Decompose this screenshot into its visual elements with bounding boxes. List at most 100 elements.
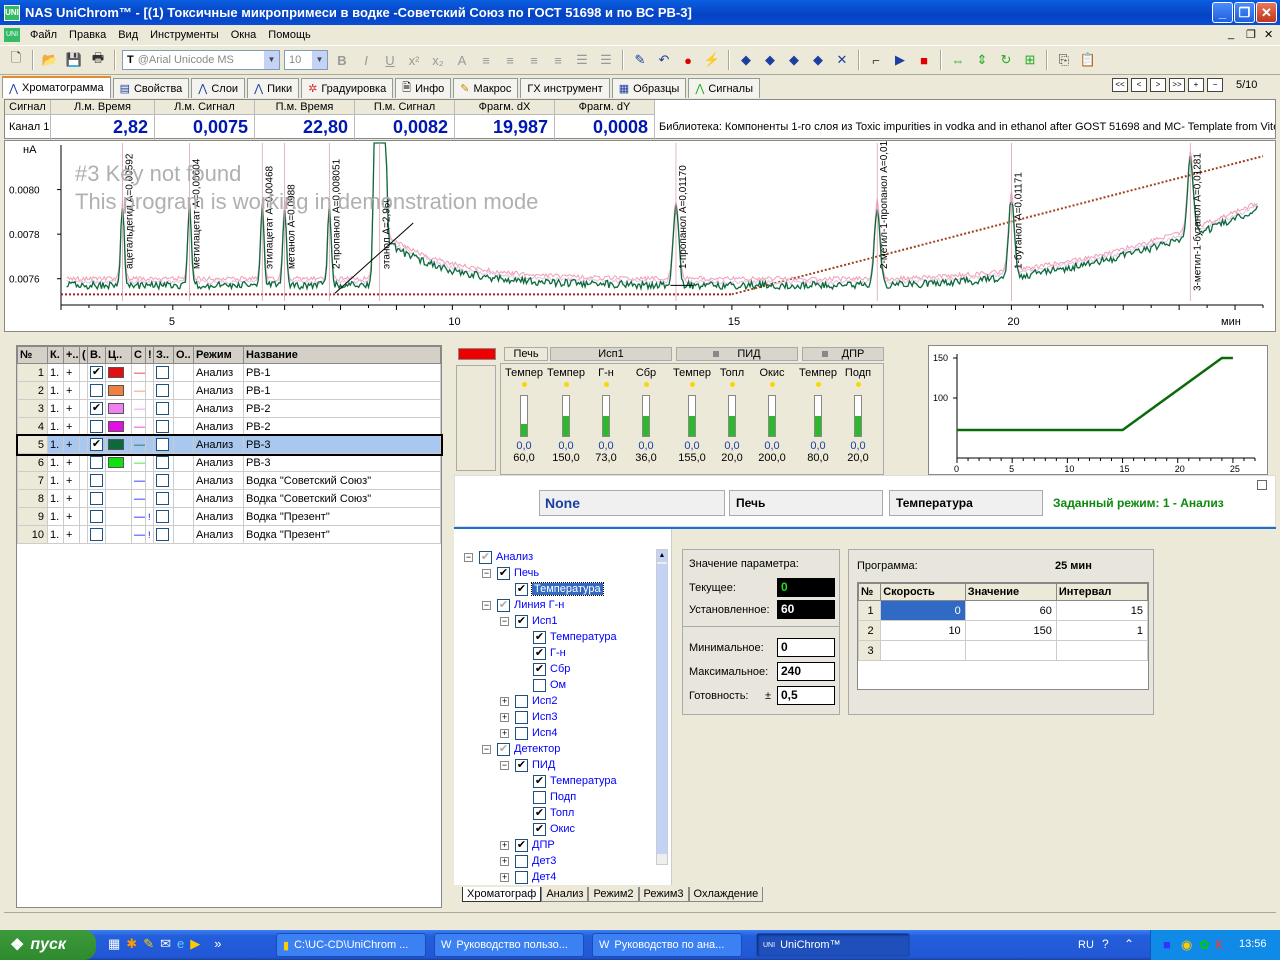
language-indicator[interactable]: RU: [1078, 939, 1094, 951]
maximize-button[interactable]: ❐: [1234, 2, 1255, 23]
visible-checkbox[interactable]: [90, 510, 103, 523]
collapse-icon[interactable]: −: [500, 617, 509, 626]
add-page-button[interactable]: +: [1188, 78, 1204, 92]
tree-item[interactable]: + Исп3: [464, 709, 617, 725]
tree-item[interactable]: + ✔ ДПР: [464, 837, 617, 853]
visible-checkbox[interactable]: [90, 492, 103, 505]
color-swatch[interactable]: [108, 403, 124, 414]
arrow-down-icon[interactable]: ◆: [808, 50, 828, 70]
task-word-guide2[interactable]: W Руководство по ана...: [592, 933, 742, 957]
text-color-icon[interactable]: A: [452, 50, 472, 70]
collapse-icon[interactable]: −: [464, 553, 473, 562]
expand-icon[interactable]: +: [500, 873, 509, 882]
prog-interval[interactable]: 15: [1056, 601, 1147, 621]
line-style-icon[interactable]: —: [134, 529, 145, 541]
row-plus[interactable]: +: [64, 382, 80, 400]
tab-mode3[interactable]: Режим3: [639, 887, 689, 902]
tab-cooling[interactable]: Охлаждение: [689, 887, 764, 902]
col-number[interactable]: №: [18, 347, 48, 364]
tree-item[interactable]: + Исп2: [464, 693, 617, 709]
prog-rate[interactable]: 10: [881, 621, 965, 641]
line-style-icon[interactable]: —: [134, 403, 145, 415]
col-visible[interactable]: В.: [88, 347, 106, 364]
table-row[interactable]: 7 1. + — Анализ Водка "Советский Союз": [18, 472, 441, 490]
mdi-close-button[interactable]: ✕: [1264, 28, 1273, 41]
marker-icon[interactable]: ●: [678, 50, 698, 70]
col-o[interactable]: О..: [174, 347, 194, 364]
visible-checkbox[interactable]: ✔: [90, 402, 103, 415]
expand-icon[interactable]: +: [500, 713, 509, 722]
menu-file[interactable]: Файл: [24, 29, 63, 41]
copy-icon[interactable]: ⎘: [1054, 50, 1074, 70]
line-style-icon[interactable]: —: [134, 457, 145, 469]
expand-icon[interactable]: +: [500, 697, 509, 706]
tree-checkbox[interactable]: ✔: [515, 615, 528, 628]
numbering-icon[interactable]: ☰: [596, 50, 616, 70]
prog-value[interactable]: 60: [965, 601, 1056, 621]
media-player-icon[interactable]: ▶: [190, 936, 200, 952]
col-mode[interactable]: Режим: [194, 347, 244, 364]
menu-windows[interactable]: Окна: [225, 29, 263, 41]
z-checkbox[interactable]: [156, 402, 169, 415]
table-row[interactable]: 3 1. + ✔ — Анализ РВ-2: [18, 400, 441, 418]
superscript-icon[interactable]: x²: [404, 50, 424, 70]
tree-checkbox[interactable]: ✔: [479, 551, 492, 564]
tree-item[interactable]: − ✔ Детектор: [464, 741, 617, 757]
expand-icon[interactable]: +: [500, 729, 509, 738]
subscript-icon[interactable]: x₂: [428, 50, 448, 70]
mdi-minimize-button[interactable]: _: [1228, 28, 1234, 40]
tree-checkbox[interactable]: ✔: [515, 583, 528, 596]
row-plus[interactable]: +: [64, 454, 80, 472]
row-plus[interactable]: +: [64, 472, 80, 490]
z-checkbox[interactable]: [156, 420, 169, 433]
tree-checkbox[interactable]: ✔: [497, 743, 510, 756]
collapse-icon[interactable]: −: [482, 745, 491, 754]
tree-checkbox[interactable]: [515, 695, 528, 708]
program-row[interactable]: 1 0 60 15: [859, 601, 1148, 621]
tab-chromatogram[interactable]: ⋀ Хроматограмма: [2, 76, 111, 98]
save-icon[interactable]: 💾: [64, 50, 84, 70]
line-style-icon[interactable]: —: [134, 439, 145, 451]
col-excl[interactable]: !: [146, 347, 154, 364]
tree-item[interactable]: ✔ Окис: [464, 821, 617, 837]
task-explorer[interactable]: ▮ C:\UC-CD\UniChrom ...: [276, 933, 426, 957]
tab-signals[interactable]: ⋀ Сигналы: [688, 78, 760, 98]
next-page-button[interactable]: >: [1150, 78, 1166, 92]
tab-gc-instrument[interactable]: ГХ инструмент: [520, 78, 609, 98]
tree-item[interactable]: Ом: [464, 677, 617, 693]
bullets-icon[interactable]: ☰: [572, 50, 592, 70]
tab-samples[interactable]: ▦ Образцы: [612, 78, 687, 98]
refresh-icon[interactable]: ↻: [996, 50, 1016, 70]
row-plus[interactable]: +: [64, 526, 80, 544]
row-plus[interactable]: +: [64, 436, 80, 454]
line-style-icon[interactable]: —: [134, 385, 145, 397]
z-checkbox[interactable]: [156, 510, 169, 523]
quicklaunch-app1-icon[interactable]: ▦: [108, 936, 120, 952]
prog-interval[interactable]: [1056, 641, 1147, 661]
task-word-guide1[interactable]: W Руководство пользо...: [434, 933, 584, 957]
tree-checkbox[interactable]: ✔: [533, 663, 546, 676]
help-icon[interactable]: ?: [1102, 937, 1109, 951]
max-input[interactable]: 240: [777, 662, 835, 681]
color-swatch[interactable]: [108, 421, 124, 432]
program-row[interactable]: 2 10 150 1: [859, 621, 1148, 641]
tree-item[interactable]: − ✔ Исп1: [464, 613, 617, 629]
ie-icon[interactable]: e: [177, 936, 184, 952]
color-swatch[interactable]: [108, 457, 124, 468]
visible-checkbox[interactable]: ✔: [90, 366, 103, 379]
tree-item[interactable]: ✔ Температура: [464, 581, 617, 597]
row-plus[interactable]: +: [64, 400, 80, 418]
expand-icon[interactable]: +: [500, 841, 509, 850]
tab-info[interactable]: 🗎 Инфо: [395, 78, 451, 98]
z-checkbox[interactable]: [156, 366, 169, 379]
row-plus[interactable]: +: [64, 490, 80, 508]
new-icon[interactable]: 🗋: [6, 50, 26, 70]
col-name[interactable]: Название: [244, 347, 441, 364]
tree-checkbox[interactable]: [515, 727, 528, 740]
tree-checkbox[interactable]: ✔: [533, 823, 546, 836]
stop-icon[interactable]: ■: [914, 50, 934, 70]
menu-tools[interactable]: Инструменты: [144, 29, 225, 41]
tree-item[interactable]: + Дет4: [464, 869, 617, 885]
tree-item[interactable]: ✔ Сбр: [464, 661, 617, 677]
zoom-vertical-icon[interactable]: ⇕: [972, 50, 992, 70]
